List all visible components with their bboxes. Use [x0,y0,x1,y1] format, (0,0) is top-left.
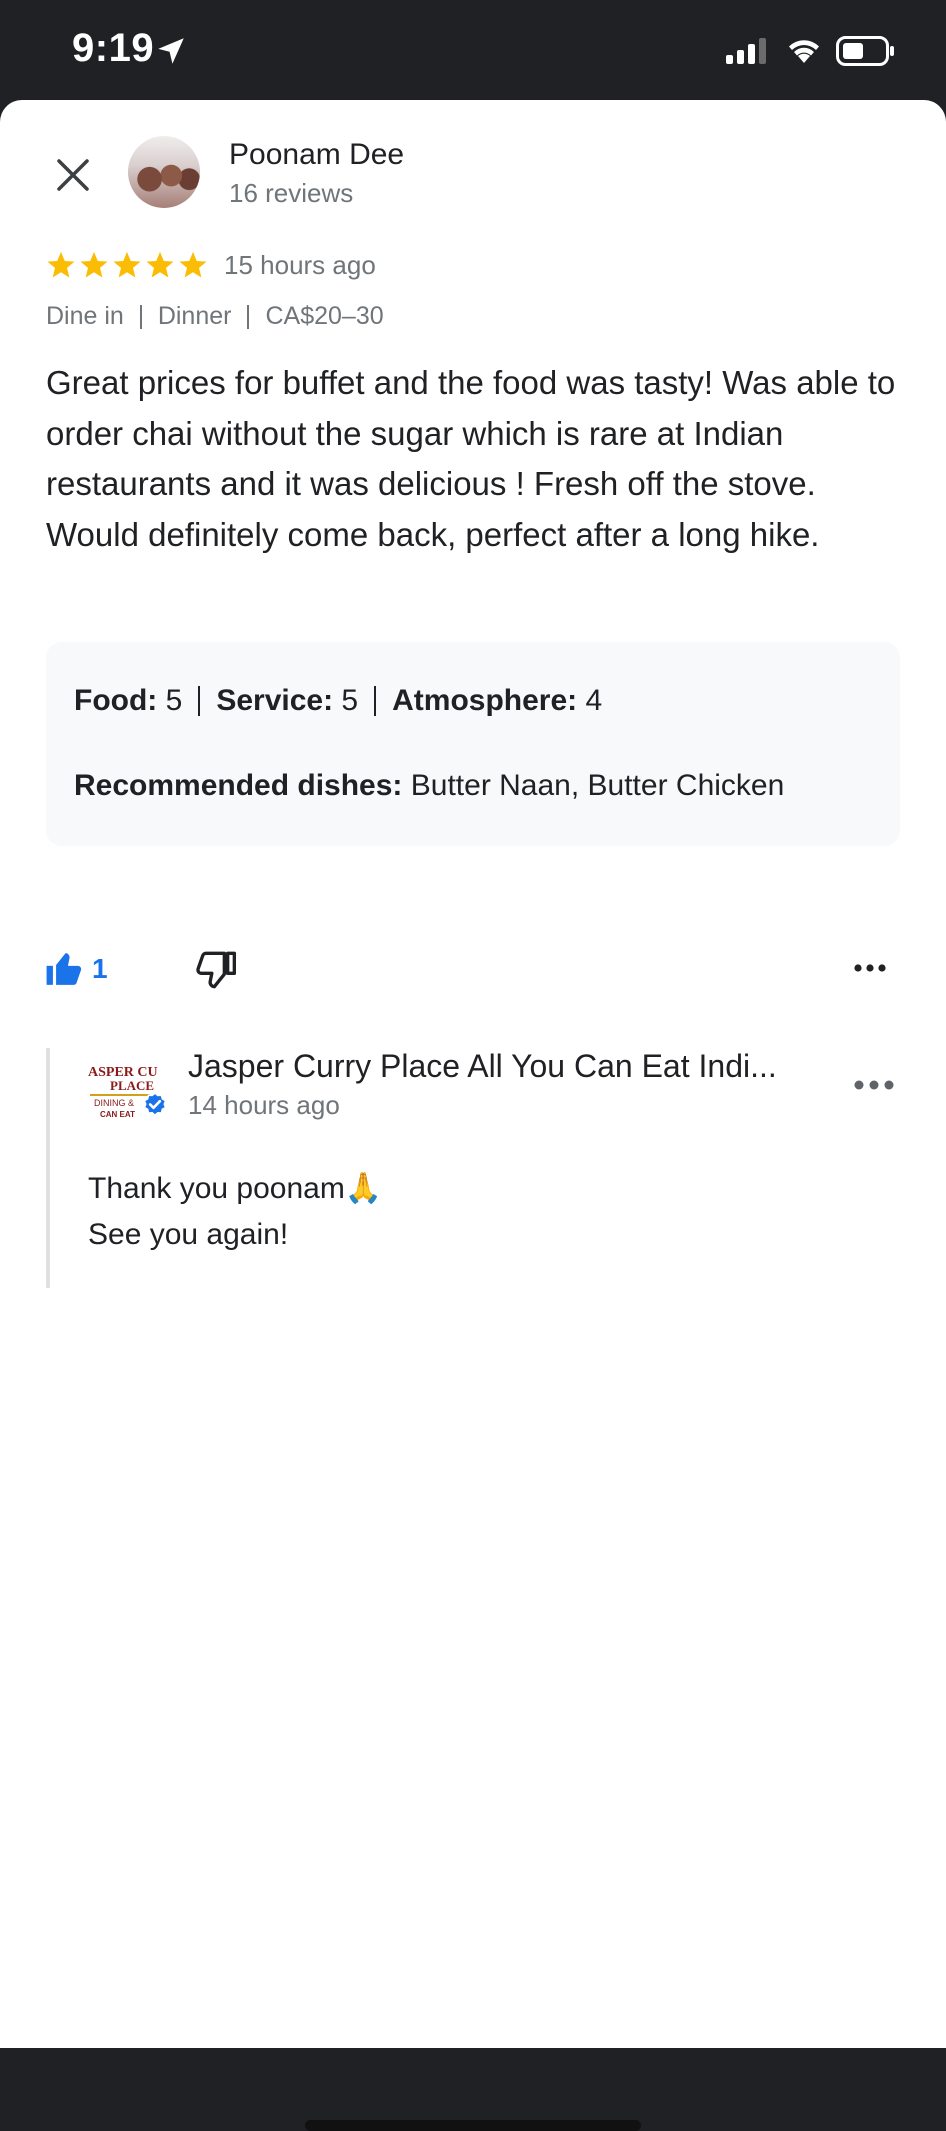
review-time: 15 hours ago [224,250,376,280]
owner-name[interactable]: Jasper Curry Place All You Can Eat Indi.… [188,1048,808,1085]
atmosphere-value: 4 [585,684,603,717]
owner-reply-line1: Thank you poonam [88,1172,345,1205]
star-icon [80,251,108,278]
owner-reply-time: 14 hours ago [188,1090,340,1120]
logo-text-bottom: DINING & [94,1098,134,1108]
service-value: 5 [341,684,359,717]
thumbs-down-icon [196,951,236,989]
close-icon [57,159,89,191]
signal-icon [726,38,766,64]
more-icon [854,1080,894,1090]
thumbs-up-icon [46,953,82,985]
recommended-label: Recommended dishes: [74,769,403,802]
star-icon [179,251,207,278]
owner-reply-text: Thank you poonam🙏 See you again! [88,1166,382,1258]
owner-reply-rail [46,1048,50,1288]
pray-emoji-icon: 🙏 [344,1172,383,1205]
food-value: 5 [165,684,183,717]
status-time: 9:19 [72,26,155,70]
dislike-button[interactable] [196,950,236,995]
verified-icon [143,1092,167,1117]
meta-service-type: Dine in [46,302,124,330]
star-icon [113,251,141,278]
logo-text-last: CAN EAT [100,1110,135,1119]
reviewer-name[interactable]: Poonam Dee [229,138,404,172]
status-bar: 9:19 [0,0,946,100]
meta-meal-type: Dinner [157,302,232,330]
ratings-divider [198,686,201,716]
star-icon [146,251,174,278]
review-sheet: Poonam Dee 16 reviews 15 hours ago Dine … [0,100,946,2131]
ratings-divider [374,686,377,716]
meta-divider [139,304,142,329]
reviewer-avatar[interactable] [128,136,200,208]
review-text: Great prices for buffet and the food was… [46,364,896,553]
service-label: Service: [216,684,334,717]
aspect-ratings: Food: 5 Service: 5 Atmosphere: 4 [74,684,602,718]
food-label: Food: [74,684,158,717]
review-meta: Dine in Dinner CA$20–30 [46,302,384,331]
close-button[interactable] [46,148,100,202]
owner-more-button[interactable] [854,1078,894,1096]
meta-price: CA$20–30 [265,302,384,330]
review-more-button[interactable] [854,960,886,978]
wifi-icon [789,40,819,63]
logo-text-mid: PLACE [110,1078,154,1093]
location-arrow-icon [158,38,184,64]
like-button[interactable]: 1 [44,950,108,988]
owner-reply-line2: See you again! [88,1218,289,1251]
more-icon [854,964,886,972]
reviewer-review-count: 16 reviews [229,178,354,208]
recommended-dishes: Recommended dishes: Butter Naan, Butter … [74,769,784,803]
battery-icon [836,36,894,66]
like-count: 1 [92,953,108,984]
atmosphere-label: Atmosphere: [392,684,578,717]
owner-reply-line: Thank you poonam🙏 [88,1166,382,1212]
rating-stars [46,250,208,280]
recommended-value: Butter Naan, Butter Chicken [410,769,785,802]
ratings-box: Food: 5 Service: 5 Atmosphere: 4 Recomme… [46,642,900,846]
star-icon [47,251,75,278]
home-indicator[interactable] [305,2120,641,2131]
meta-divider [247,304,250,329]
